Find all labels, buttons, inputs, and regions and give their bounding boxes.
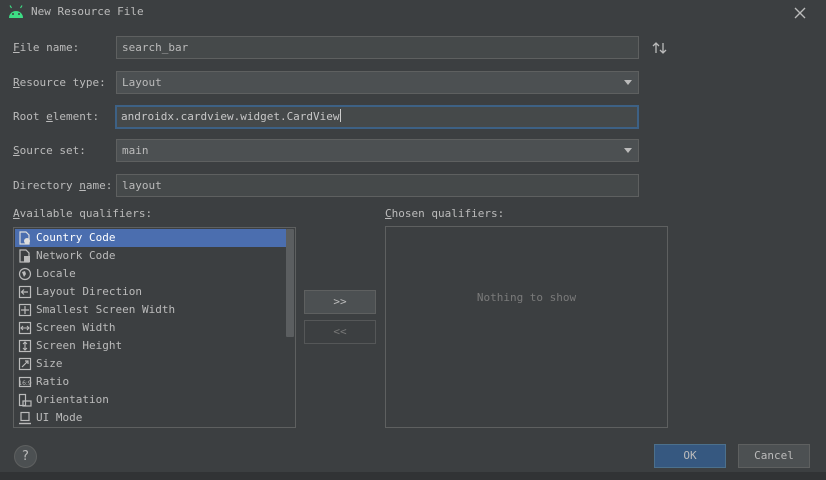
resource-type-label: Resource type: [13, 76, 106, 89]
empty-list-message: Nothing to show [476, 291, 577, 304]
source-set-value: main [122, 144, 149, 157]
svg-text:16:9: 16:9 [18, 380, 32, 387]
list-item-network-code[interactable]: Network Code [15, 247, 287, 265]
root-element-input[interactable]: androidx.cardview.widget.CardView [115, 105, 639, 129]
ratio-icon: 16:9 [18, 376, 32, 388]
file-name-label: File name: [13, 41, 80, 54]
chevron-down-icon [624, 80, 632, 85]
screen-height-icon [18, 339, 32, 353]
smallest-width-icon [18, 303, 32, 317]
list-item-layout-direction[interactable]: Layout Direction [15, 283, 287, 301]
cancel-button[interactable]: Cancel [738, 444, 810, 468]
layout-direction-icon [18, 285, 32, 299]
ui-mode-icon [19, 411, 31, 425]
chosen-qualifiers-list[interactable]: Nothing to show [385, 226, 668, 428]
globe-icon [18, 267, 32, 281]
list-item-country-code[interactable]: Country Code [15, 229, 287, 247]
size-icon [18, 357, 32, 371]
source-set-label: Source set: [13, 144, 86, 157]
list-item-screen-height[interactable]: Screen Height [15, 337, 287, 355]
root-element-label: Root element: [13, 110, 100, 123]
text-caret [339, 109, 341, 122]
list-item-screen-width[interactable]: Screen Width [15, 319, 287, 337]
list-item-locale[interactable]: Locale [15, 265, 287, 283]
close-icon[interactable] [791, 4, 809, 22]
list-item-orientation[interactable]: Orientation [15, 391, 287, 409]
available-qualifiers-list[interactable]: Country Code Network Code Locale Layout … [13, 227, 296, 428]
remove-qualifier-button[interactable]: << [304, 320, 376, 344]
root-element-value: androidx.cardview.widget.CardView [121, 110, 340, 123]
directory-name-input[interactable]: layout [116, 174, 639, 197]
ok-button[interactable]: OK [654, 444, 726, 468]
list-item-ui-mode[interactable]: UI Mode [15, 409, 287, 427]
list-scrollbar[interactable] [286, 229, 294, 426]
directory-name-label: Directory name: [13, 179, 113, 192]
window-bottom-edge [0, 472, 826, 480]
network-code-icon [19, 249, 30, 263]
scrollbar-thumb[interactable] [286, 229, 294, 337]
list-item-size[interactable]: Size [15, 355, 287, 373]
country-code-icon [19, 231, 30, 245]
list-item-smallest-screen-width[interactable]: Smallest Screen Width [15, 301, 287, 319]
resource-type-dropdown[interactable]: Layout [116, 71, 639, 94]
available-qualifiers-label: Available qualifiers: [13, 207, 153, 220]
title-bar: New Resource File [0, 0, 826, 24]
file-name-input[interactable]: search_bar [116, 36, 639, 59]
chevron-down-icon [624, 148, 632, 153]
chosen-qualifiers-label: Chosen qualifiers: [385, 207, 505, 220]
sort-icon[interactable] [651, 40, 669, 56]
resource-type-value: Layout [122, 76, 162, 89]
add-qualifier-button[interactable]: >> [304, 290, 376, 314]
source-set-dropdown[interactable]: main [116, 139, 639, 162]
screen-width-icon [18, 321, 32, 335]
list-item-ratio[interactable]: 16:9 Ratio [15, 373, 287, 391]
orientation-icon [18, 393, 32, 407]
window-title: New Resource File [31, 5, 144, 18]
android-icon [9, 5, 23, 18]
help-button[interactable]: ? [14, 445, 37, 468]
